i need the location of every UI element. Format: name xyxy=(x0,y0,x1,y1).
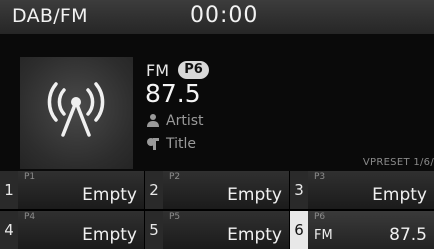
preset-label: Empty xyxy=(227,185,282,205)
preset-button-3[interactable]: 3 P3 Empty xyxy=(290,171,434,209)
preset-slot: P6 xyxy=(314,212,326,222)
artist-row: Artist xyxy=(146,113,204,129)
frequency-display: 87.5 xyxy=(145,79,201,108)
radio-broadcast-icon xyxy=(47,82,105,137)
artist-text: Artist xyxy=(166,113,204,129)
preset-slot: P3 xyxy=(314,172,326,182)
preset-number: 4 xyxy=(0,211,18,249)
preset-number: 6 xyxy=(290,211,308,249)
preset-button-4[interactable]: 4 P4 Empty xyxy=(0,211,144,249)
preset-page-indicator: VPRESET 1/6/ xyxy=(362,157,434,168)
preset-label: Empty xyxy=(82,185,137,205)
preset-number: 2 xyxy=(145,171,163,209)
preset-slot: P5 xyxy=(169,212,181,222)
preset-button-5[interactable]: 5 P5 Empty xyxy=(145,211,289,249)
title-row: Title xyxy=(146,136,196,152)
status-bar: DAB/FM 00:00 xyxy=(0,0,434,34)
album-art xyxy=(20,57,133,169)
preset-button-2[interactable]: 2 P2 Empty xyxy=(145,171,289,209)
preset-grid: 1 P1 Empty 2 P2 Empty 3 P3 Empty 4 P4 Em… xyxy=(0,171,434,249)
preset-label: Empty xyxy=(82,225,137,245)
preset-number: 5 xyxy=(145,211,163,249)
preset-slot: P4 xyxy=(24,212,36,222)
preset-number: 3 xyxy=(290,171,308,209)
title-text: Title xyxy=(166,136,197,152)
preset-button-6[interactable]: 6 P6 FM 87.5 xyxy=(290,211,434,249)
preset-label: 87.5 xyxy=(389,225,427,245)
preset-slot: P1 xyxy=(24,172,36,182)
person-icon xyxy=(147,114,159,127)
preset-band: FM xyxy=(314,228,333,243)
music-note-icon xyxy=(147,138,159,150)
preset-label: Empty xyxy=(372,185,427,205)
preset-button-1[interactable]: 1 P1 Empty xyxy=(0,171,144,209)
clock: 00:00 xyxy=(190,3,259,28)
band-label: FM xyxy=(146,61,170,80)
preset-slot: P2 xyxy=(169,172,181,182)
preset-label: Empty xyxy=(227,225,282,245)
app-title[interactable]: DAB/FM xyxy=(12,5,88,27)
preset-number: 1 xyxy=(0,171,18,209)
preset-badge: P6 xyxy=(178,61,209,79)
